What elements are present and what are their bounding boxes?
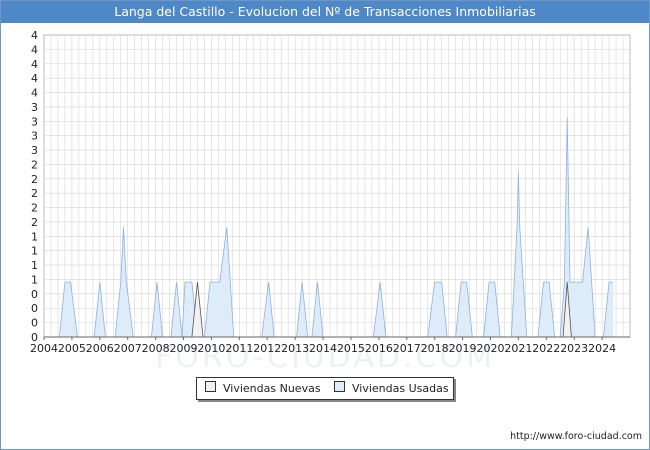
y-tick-label: 4 [31,58,38,71]
legend-swatch-usadas [334,381,345,392]
y-tick-label: 0 [31,288,38,301]
y-tick-label: 4 [31,87,38,100]
x-tick-label: 2009 [170,342,198,355]
y-tick-label: 1 [31,230,38,243]
x-tick-label: 2023 [560,342,588,355]
y-tick-label: 2 [31,173,38,186]
legend: Viviendas Nuevas Viviendas Usadas [196,377,454,400]
y-tick-label: 2 [31,202,38,215]
x-tick-label: 2006 [86,342,114,355]
y-tick-label: 2 [31,158,38,171]
x-tick-label: 2019 [449,342,477,355]
x-tick-label: 2021 [504,342,532,355]
x-tick-label: 2004 [30,342,58,355]
x-tick-label: 2020 [476,342,504,355]
x-tick-label: 2024 [588,342,616,355]
x-tick-label: 2018 [421,342,449,355]
x-tick-label: 2010 [197,342,225,355]
legend-label-usadas: Viviendas Usadas [352,382,449,395]
x-tick-label: 2015 [337,342,365,355]
x-tick-label: 2013 [281,342,309,355]
y-tick-label: 4 [31,72,38,85]
y-tick-label: 1 [31,259,38,272]
y-tick-label: 0 [31,302,38,315]
legend-label-nuevas: Viviendas Nuevas [223,382,321,395]
x-tick-label: 2007 [114,342,142,355]
x-tick-label: 2017 [393,342,421,355]
y-tick-label: 3 [31,115,38,128]
x-tick-label: 2016 [365,342,393,355]
y-tick-label: 1 [31,245,38,258]
x-tick-label: 2008 [142,342,170,355]
x-tick-label: 2014 [309,342,337,355]
y-tick-label: 3 [31,130,38,143]
x-tick-label: 2012 [253,342,281,355]
footer-url: http://www.foro-ciudad.com [510,431,642,442]
y-tick-label: 3 [31,144,38,157]
x-tick-label: 2011 [225,342,253,355]
y-tick-label: 2 [31,216,38,229]
legend-swatch-nuevas [205,381,216,392]
y-tick-label: 2 [31,187,38,200]
x-tick-label: 2022 [532,342,560,355]
y-tick-label: 1 [31,273,38,286]
y-tick-label: 4 [31,29,38,42]
y-tick-label: 0 [31,317,38,330]
y-tick-label: 4 [31,43,38,56]
y-tick-label: 3 [31,101,38,114]
x-tick-label: 2005 [58,342,86,355]
